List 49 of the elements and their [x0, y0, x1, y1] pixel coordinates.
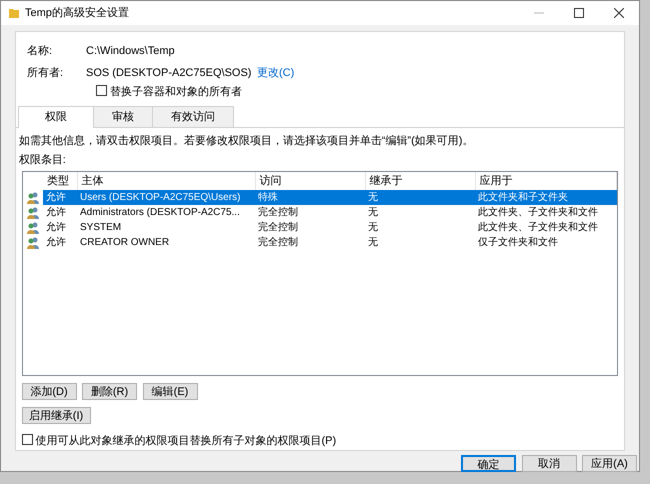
users-icon — [26, 236, 40, 249]
owner-label: 所有者: — [27, 66, 64, 81]
table-cell: 此文件夹和子文件夹 — [475, 190, 616, 206]
dialog-button[interactable]: 取消 — [522, 454, 576, 472]
table-cell: 此文件夹、子文件夹和文件 — [475, 205, 616, 220]
users-icon — [26, 206, 40, 219]
window-title: Temp的高级安全设置 — [25, 6, 129, 21]
table-cell-text: SYSTEM — [79, 221, 122, 236]
info-text: 如需其他信息，请双击权限项目。若要修改权限项目，请选择该项目并单击“编辑”(如果可用)。 — [18, 134, 474, 149]
table-cell: Users (DESKTOP-A2C75EQ\Users) — [77, 190, 255, 206]
table-cell: 无 — [365, 190, 475, 206]
table-cell-text: 允许 — [45, 220, 67, 236]
table-cell-text: 无 — [367, 221, 379, 236]
owner-value: SOS (DESKTOP-A2C75EQ\SOS) — [86, 66, 252, 81]
entry-button[interactable]: 添加(D) — [22, 382, 76, 400]
dialog-button[interactable]: 确定 — [461, 454, 516, 472]
checkbox-label: 使用可从此对象继承的权限项目替换所有子对象的权限项目(P) — [36, 435, 336, 448]
table-cell-text: CREATOR OWNER — [79, 236, 170, 250]
name-value: C:\Windows\Temp — [86, 44, 175, 59]
checkbox-label: 替换子容器和对象的所有者 — [110, 86, 242, 98]
enable-inheritance-button[interactable]: 启用继承(I) — [22, 406, 90, 424]
folder-icon — [9, 8, 19, 18]
table-cell-text: 完全控制 — [257, 220, 299, 236]
table-cell: 特殊 — [255, 190, 365, 206]
checkbox[interactable] — [96, 85, 107, 96]
table-cell: 完全控制 — [255, 205, 365, 220]
table-cell-text: 无 — [367, 236, 379, 250]
entries-label: 权限条目: — [18, 153, 67, 168]
table-cell-text: 仅子文件夹和文件 — [477, 236, 559, 250]
maximize-icon[interactable] — [574, 8, 584, 18]
table-cell-text: 允许 — [45, 236, 67, 250]
entry-button[interactable]: 删除(R) — [82, 382, 137, 400]
table-cell: 允许 — [43, 190, 77, 206]
table-cell: Administrators (DESKTOP-A2C75... — [77, 205, 255, 220]
table-cell: 允许 — [43, 205, 77, 220]
table-cell-text: 此文件夹、子文件夹和文件 — [477, 220, 599, 236]
table-cell-text: 完全控制 — [257, 236, 299, 250]
change-link[interactable]: 更改(C) — [256, 64, 294, 82]
entry-button[interactable]: 编辑(E) — [142, 382, 198, 400]
checkbox[interactable] — [22, 434, 32, 446]
close-icon[interactable] — [614, 8, 624, 18]
tab[interactable]: 审核 — [93, 106, 153, 126]
table-cell: 无 — [365, 205, 475, 220]
tab[interactable]: 有效访问 — [152, 106, 234, 126]
dialog-button[interactable]: 应用(A) — [582, 454, 637, 472]
users-icon — [26, 222, 40, 234]
name-label: 名称: — [27, 44, 54, 59]
tab[interactable]: 权限 — [18, 106, 94, 128]
users-icon — [26, 192, 40, 204]
